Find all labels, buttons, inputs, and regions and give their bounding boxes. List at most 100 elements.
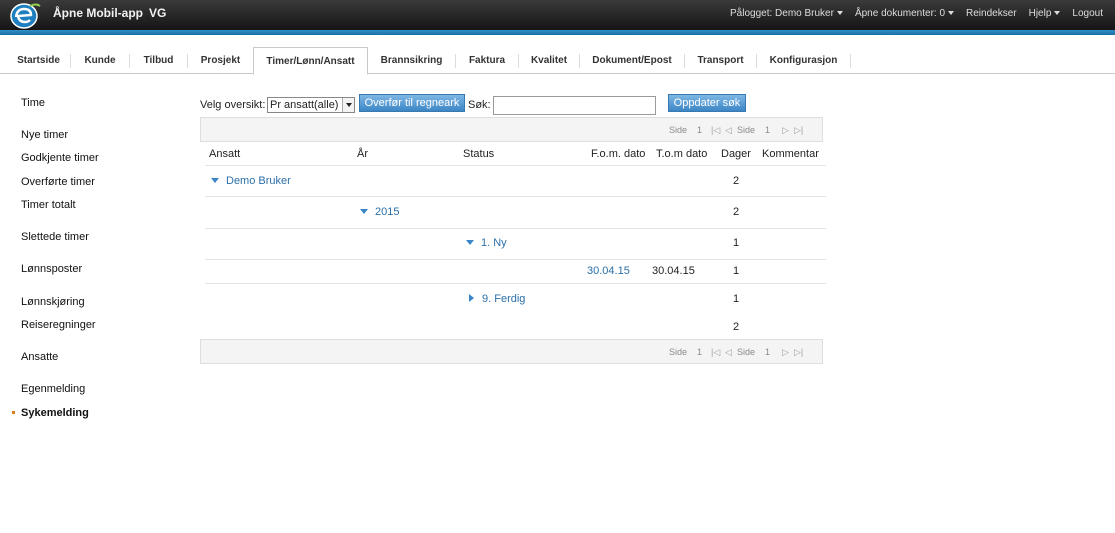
sidebar-item-egenmelding[interactable]: Egenmelding [21,383,85,395]
last-page-icon[interactable]: ▷| [794,347,803,358]
chevron-down-icon [948,11,955,15]
sidebar-item-slettede-timer[interactable]: Slettede timer [21,231,89,243]
expand-right-icon [469,294,474,302]
sidebar-item-reiseregninger[interactable]: Reiseregninger [21,319,96,331]
status-done-toggle[interactable]: 9. Ferdig [469,293,525,305]
page-label: Side [669,347,688,357]
next-page-icon[interactable]: ▷ [782,125,789,136]
expand-down-icon [360,209,368,214]
total-days: 2 [733,321,740,333]
sidebar-item-nye-timer[interactable]: Nye timer [21,129,68,141]
first-page-icon[interactable]: |◁ [711,347,720,358]
overview-label: Velg oversikt: [200,99,266,111]
logged-in-menu[interactable]: Pålogget: Demo Bruker [730,8,843,19]
next-page-icon[interactable]: ▷ [782,347,789,358]
row-divider [205,196,826,197]
logged-in-label: Pålogget: Demo Bruker [730,8,834,19]
year-label: 2015 [375,206,400,218]
top-nav: Pålogget: Demo Bruker Åpne dokumenter: 0… [730,8,1103,19]
help-menu[interactable]: Hjelp [1029,8,1061,19]
tab-kunde[interactable]: Kunde [71,54,130,68]
active-bullet-icon [12,411,15,414]
sidebar-item-sykemelding[interactable]: Sykemelding [21,407,89,419]
sidebar-item-overforte-timer[interactable]: Overførte timer [21,176,95,188]
main-tabs: Startside Kunde Tilbud Prosjekt Timer/Lø… [0,47,1115,75]
sidebar-item-time[interactable]: Time [21,97,45,109]
sidebar-item-ansatte[interactable]: Ansatte [21,351,58,363]
app-logo-icon[interactable] [6,2,42,30]
col-header-kommentar[interactable]: Kommentar [762,148,819,160]
page-number-2: 1 [765,125,771,135]
prev-page-icon[interactable]: ◁ [725,347,732,358]
year-days: 2 [733,206,740,218]
page-label-2: Side [737,125,756,135]
reindex-link[interactable]: Reindekser [966,8,1017,19]
logout-link[interactable]: Logout [1072,8,1103,19]
overview-select[interactable]: Pr ansatt(alle) [267,97,355,113]
accent-bar [0,30,1115,35]
first-page-icon[interactable]: |◁ [711,125,720,136]
col-header-ar[interactable]: År [357,148,368,160]
sidebar-item-lonnskjoring[interactable]: Lønnskjøring [21,296,85,308]
tab-faktura[interactable]: Faktura [456,54,519,68]
prev-page-icon[interactable]: ◁ [725,125,732,136]
update-search-button[interactable]: Oppdater søk [668,94,746,112]
tab-brannsikring[interactable]: Brannsikring [368,54,456,68]
tab-prosjekt[interactable]: Prosjekt [188,54,253,68]
page-number: 1 [697,125,703,135]
status-done-label: 9. Ferdig [482,293,526,305]
col-header-status[interactable]: Status [463,148,494,160]
chevron-down-icon [836,11,843,15]
status-new-toggle[interactable]: 1. Ny [466,237,507,249]
app-title: Åpne Mobil-app [53,6,143,20]
page-number-2: 1 [765,347,771,357]
row-divider [205,283,826,284]
col-header-fom-dato[interactable]: F.o.m. dato [591,148,645,160]
page-number: 1 [697,347,703,357]
entry-to-date: 30.04.15 [652,265,695,277]
row-divider [205,228,826,229]
sidebar-item-lonnsposter[interactable]: Lønnsposter [21,263,82,275]
sidebar-item-godkjente-timer[interactable]: Godkjente timer [21,152,99,164]
status-new-label: 1. Ny [481,237,507,249]
open-documents-menu[interactable]: Åpne dokumenter: 0 [854,8,955,19]
expand-down-icon [466,240,474,245]
top-bar: Åpne Mobil-app VG Pålogget: Demo Bruker … [0,0,1115,30]
col-header-tom-dato[interactable]: T.o.m dato [656,148,707,160]
tab-startside[interactable]: Startside [7,54,71,68]
entry-from-date-link[interactable]: 30.04.15 [587,265,630,277]
overview-select-value: Pr ansatt(alle) [270,99,339,111]
year-group-toggle[interactable]: 2015 [360,206,399,218]
tab-transport[interactable]: Transport [685,54,757,68]
col-header-ansatt[interactable]: Ansatt [209,148,240,160]
tab-tilbud[interactable]: Tilbud [130,54,188,68]
tab-kvalitet[interactable]: Kvalitet [519,54,580,68]
tab-timer-lonn-ansatt[interactable]: Timer/Lønn/Ansatt [253,47,368,75]
employee-days: 2 [733,175,740,187]
pager-top: Side 1 |◁ ◁ Side 1 ▷ ▷| [200,117,823,142]
help-label: Hjelp [1028,8,1052,19]
expand-down-icon [211,178,219,183]
last-page-icon[interactable]: ▷| [794,125,803,136]
page-label-2: Side [737,347,756,357]
dropdown-arrow-icon [342,98,354,112]
search-input[interactable] [493,96,656,115]
entry-days: 1 [733,265,740,277]
sidebar-item-timer-totalt[interactable]: Timer totalt [21,199,76,211]
status-new-days: 1 [733,237,740,249]
tab-konfigurasjon[interactable]: Konfigurasjon [757,54,851,68]
pager-bottom: Side 1 |◁ ◁ Side 1 ▷ ▷| [200,339,823,364]
tab-dokument-epost[interactable]: Dokument/Epost [580,54,685,68]
transfer-to-spreadsheet-button[interactable]: Overfør til regneark [359,94,465,112]
search-label: Søk: [468,99,491,111]
company-name: VG [149,6,167,20]
page-label: Side [669,125,688,135]
chevron-down-icon [1054,11,1061,15]
row-divider [205,259,826,260]
open-documents-label: Åpne dokumenter: 0 [854,8,946,19]
status-done-days: 1 [733,293,740,305]
employee-name: Demo Bruker [226,175,291,187]
employee-group-toggle[interactable]: Demo Bruker [211,175,291,187]
col-header-dager[interactable]: Dager [721,148,751,160]
row-divider [205,165,826,166]
